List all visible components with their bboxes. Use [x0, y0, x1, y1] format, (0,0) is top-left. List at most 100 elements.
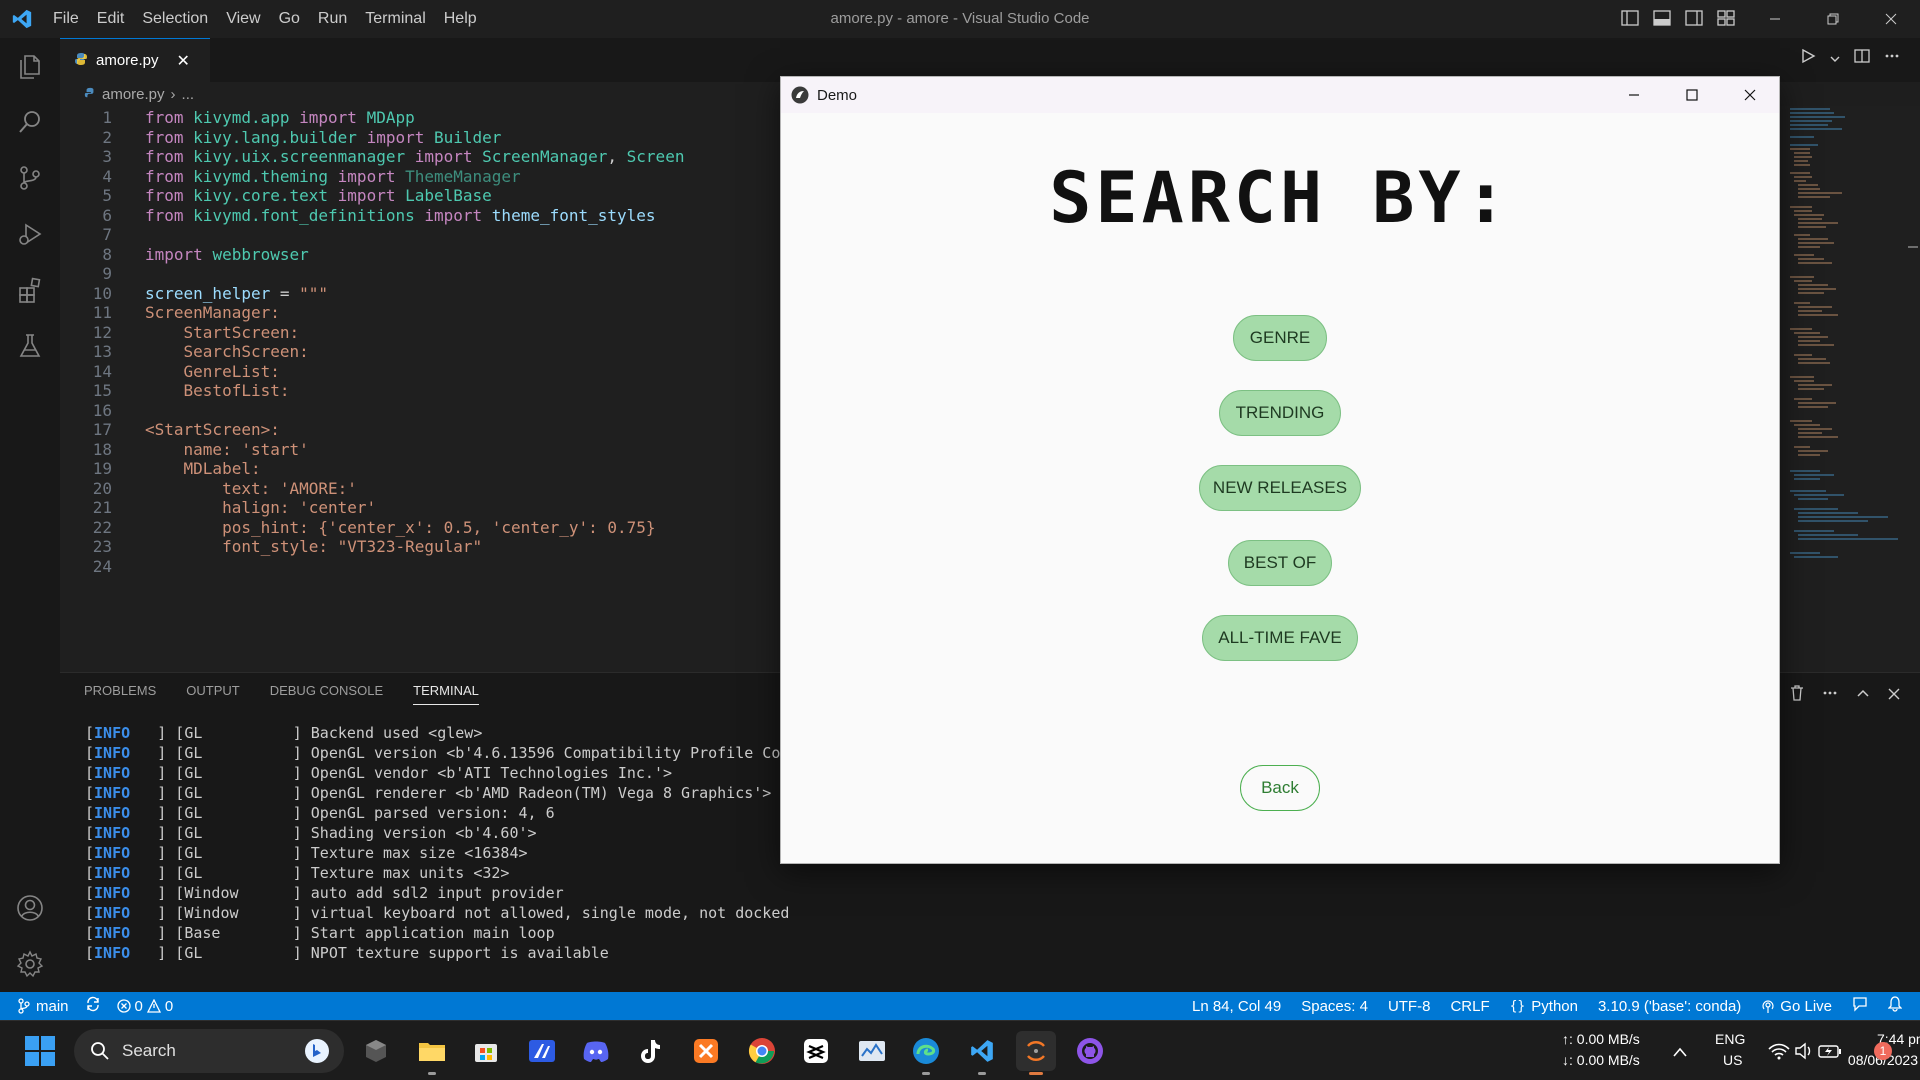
tab-terminal[interactable]: TERMINAL — [413, 683, 479, 705]
bing-icon[interactable] — [304, 1038, 330, 1068]
taskbar-app-vscode-icon[interactable] — [962, 1031, 1002, 1075]
problems-indicator[interactable]: 0 0 — [116, 998, 173, 1015]
tab-output[interactable]: OUTPUT — [186, 683, 239, 705]
menu-edit[interactable]: Edit — [88, 0, 134, 38]
menu-go[interactable]: Go — [270, 0, 309, 38]
taskbar-app-file-explorer-icon[interactable] — [412, 1031, 452, 1075]
windows-start-icon[interactable] — [24, 1035, 56, 1067]
breadcrumb-more[interactable]: ... — [182, 86, 195, 103]
close-icon[interactable] — [1862, 0, 1920, 38]
toggle-secondary-sidebar-icon[interactable] — [1684, 8, 1704, 28]
notifications-bell-icon[interactable] — [1887, 996, 1903, 1016]
trending-button[interactable]: TRENDING — [1219, 390, 1341, 436]
wifi-icon[interactable] — [1768, 1042, 1790, 1064]
notification-badge[interactable]: 1 — [1874, 1042, 1892, 1060]
taskbar-app-capcut-icon[interactable] — [796, 1031, 836, 1071]
best-of-button[interactable]: BEST OF — [1228, 540, 1332, 586]
settings-gear-icon[interactable] — [0, 936, 60, 992]
log-level-info: INFO — [94, 804, 131, 822]
extensions-icon[interactable] — [0, 262, 60, 318]
vscode-logo-icon[interactable] — [0, 0, 44, 38]
taskbar-app-github-icon[interactable] — [1070, 1031, 1110, 1071]
language-primary[interactable]: ENG — [1715, 1031, 1745, 1047]
split-editor-icon[interactable] — [1854, 48, 1870, 68]
search-icon[interactable] — [0, 94, 60, 150]
volume-icon[interactable] — [1794, 1042, 1814, 1064]
toggle-panel-icon[interactable] — [1652, 8, 1672, 28]
menu-run[interactable]: Run — [309, 0, 356, 38]
taskbar-app-edge-icon[interactable] — [906, 1031, 946, 1075]
terminal-line: [INFO ] [GL ] Backend used <glew> — [85, 724, 483, 742]
cursor-position[interactable]: Ln 84, Col 49 — [1192, 998, 1281, 1015]
taskbar-app-tiktok-icon[interactable] — [630, 1031, 670, 1071]
close-panel-icon[interactable] — [1888, 685, 1900, 705]
run-debug-icon[interactable] — [0, 206, 60, 262]
code-editor[interactable]: 1 from kivymd.app import MDApp 2 from kivy… — [60, 106, 780, 672]
error-icon — [116, 999, 131, 1013]
git-branch-icon — [18, 998, 30, 1014]
terminal-line: [INFO ] [GL ] OpenGL parsed version: 4, … — [85, 804, 555, 822]
taskbar-app-monitor-icon[interactable] — [852, 1031, 892, 1071]
taskbar-app-discord-icon[interactable] — [576, 1031, 616, 1071]
python-interpreter[interactable]: 3.10.9 ('base': conda) — [1598, 998, 1741, 1015]
customize-layout-icon[interactable] — [1716, 8, 1736, 28]
menu-selection[interactable]: Selection — [133, 0, 217, 38]
taskbar-app-store-icon[interactable] — [466, 1031, 506, 1071]
maximize-panel-icon[interactable] — [1856, 685, 1870, 705]
scrollbar-thumb[interactable] — [1908, 246, 1918, 248]
sync-icon[interactable] — [85, 996, 101, 1016]
menu-file[interactable]: File — [44, 0, 88, 38]
taskbar-search-box[interactable]: Search — [74, 1029, 344, 1073]
testing-icon[interactable] — [0, 318, 60, 374]
branch-indicator[interactable]: main — [18, 998, 69, 1015]
tab-problems[interactable]: PROBLEMS — [84, 683, 156, 705]
source-control-icon[interactable] — [0, 150, 60, 206]
toggle-primary-sidebar-icon[interactable] — [1620, 8, 1640, 28]
log-level-info: INFO — [94, 904, 131, 922]
minimize-icon[interactable] — [1746, 0, 1804, 38]
close-icon[interactable] — [1721, 77, 1779, 113]
editor-scrollbar[interactable] — [1906, 106, 1920, 672]
feedback-icon[interactable] — [1852, 996, 1868, 1016]
encoding[interactable]: UTF-8 — [1388, 998, 1431, 1015]
menu-view[interactable]: View — [217, 0, 269, 38]
genre-button[interactable]: GENRE — [1233, 315, 1327, 361]
new-releases-button[interactable]: NEW RELEASES — [1199, 465, 1361, 511]
taskbar-app-chrome-icon[interactable] — [742, 1031, 782, 1071]
minimize-icon[interactable] — [1605, 77, 1663, 113]
taskbar-app-kivy-demo-icon[interactable] — [1016, 1031, 1056, 1075]
accounts-icon[interactable] — [0, 880, 60, 936]
taskbar-app-xampp-icon[interactable] — [686, 1031, 726, 1071]
terminal-line: [INFO ] [Window ] auto add sdl2 input pr… — [85, 884, 564, 902]
indentation[interactable]: Spaces: 4 — [1301, 998, 1368, 1015]
tab-amore-py[interactable]: amore.py ✕ — [60, 38, 210, 82]
maximize-icon[interactable] — [1663, 77, 1721, 113]
chevron-down-icon[interactable] — [1830, 49, 1840, 68]
taskbar-app-widgets-icon[interactable] — [356, 1031, 396, 1071]
line-ending[interactable]: CRLF — [1450, 998, 1489, 1015]
restore-icon[interactable] — [1804, 0, 1862, 38]
panel-actions — [1790, 685, 1900, 705]
trash-icon[interactable] — [1790, 685, 1804, 705]
tab-close-icon[interactable]: ✕ — [177, 51, 190, 70]
activity-bar — [0, 38, 60, 992]
explorer-icon[interactable] — [0, 38, 60, 94]
terminal-line: [INFO ] [GL ] OpenGL vendor <b'ATI Techn… — [85, 764, 673, 782]
taskbar-app-blue-icon[interactable] — [522, 1031, 562, 1071]
back-button[interactable]: Back — [1240, 765, 1320, 811]
all-time-fave-button[interactable]: ALL-TIME FAVE — [1202, 615, 1358, 661]
go-live-button[interactable]: Go Live — [1761, 998, 1832, 1015]
demo-title-bar: Demo — [781, 77, 1779, 113]
language-region[interactable]: US — [1723, 1052, 1742, 1068]
tab-debug-console[interactable]: DEBUG CONSOLE — [270, 683, 383, 705]
more-actions-icon[interactable] — [1884, 48, 1900, 68]
menu-help[interactable]: Help — [435, 0, 486, 38]
breadcrumb-file[interactable]: amore.py — [102, 86, 165, 103]
language-mode[interactable]: {} Python — [1510, 998, 1578, 1015]
chevron-up-icon[interactable] — [1672, 1043, 1688, 1062]
menu-terminal[interactable]: Terminal — [356, 0, 434, 38]
run-python-file-icon[interactable] — [1800, 48, 1816, 68]
warning-icon — [146, 999, 161, 1013]
minimap[interactable] — [1780, 106, 1906, 672]
more-actions-icon[interactable] — [1822, 685, 1838, 705]
